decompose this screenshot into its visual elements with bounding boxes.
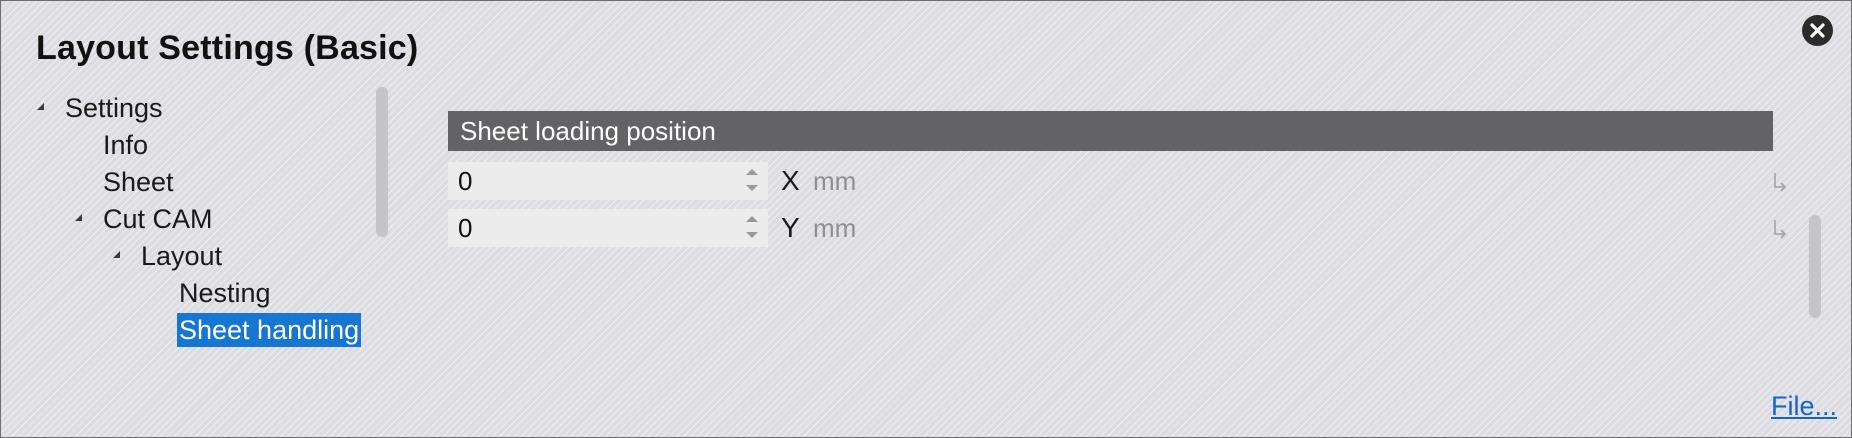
- x-unit-label: mm: [813, 166, 857, 196]
- x-position-row: X mm: [448, 162, 908, 200]
- section-header: Sheet loading position: [448, 111, 1773, 151]
- tree-item-info[interactable]: Info: [31, 128, 371, 162]
- tree-item-label: Nesting: [179, 278, 271, 308]
- reset-arrow-icon[interactable]: [1771, 218, 1789, 240]
- tree-item-layout[interactable]: Layout: [31, 239, 371, 273]
- tree-item-sheet-handling[interactable]: Sheet handling: [31, 313, 371, 347]
- y-position-row: Y mm: [448, 209, 908, 247]
- x-axis-label: X: [781, 165, 800, 196]
- expanded-triangle-icon[interactable]: [37, 103, 44, 110]
- tree-item-label: Cut CAM: [103, 204, 213, 234]
- tree-item-label: Settings: [65, 93, 163, 123]
- expanded-triangle-icon[interactable]: [113, 251, 120, 258]
- tree-item-cut-cam[interactable]: Cut CAM: [31, 202, 371, 236]
- spinner-arrows-icon: [743, 164, 763, 198]
- tree-item-sheet[interactable]: Sheet: [31, 165, 371, 199]
- settings-tree: Settings Info Sheet Cut CAM Layout Nesti…: [31, 91, 371, 361]
- layout-settings-dialog: Layout Settings (Basic) Settings Info Sh…: [0, 0, 1852, 438]
- file-link[interactable]: File...: [1771, 391, 1837, 422]
- spinner-arrows-icon: [743, 211, 763, 245]
- x-position-input[interactable]: [448, 162, 768, 200]
- tree-item-label: Info: [103, 130, 149, 160]
- dialog-title: Layout Settings (Basic): [36, 29, 419, 67]
- y-axis-label: Y: [781, 212, 800, 243]
- panel-scrollbar[interactable]: [1809, 215, 1821, 318]
- spin-up-icon[interactable]: [746, 216, 758, 222]
- expanded-triangle-icon[interactable]: [75, 214, 82, 221]
- y-unit-label: mm: [813, 213, 857, 243]
- tree-item-label: Sheet: [103, 167, 174, 197]
- close-icon: [1810, 23, 1825, 38]
- spin-up-icon[interactable]: [746, 169, 758, 175]
- close-button[interactable]: [1802, 15, 1833, 46]
- y-position-input[interactable]: [448, 209, 768, 247]
- tree-item-nesting[interactable]: Nesting: [31, 276, 371, 310]
- tree-item-label: Sheet handling: [177, 313, 362, 347]
- tree-item-settings[interactable]: Settings: [31, 91, 371, 125]
- reset-arrow-icon[interactable]: [1771, 171, 1789, 193]
- spin-down-icon[interactable]: [746, 185, 758, 191]
- tree-item-label: Layout: [141, 241, 223, 271]
- tree-scrollbar[interactable]: [376, 87, 388, 237]
- spin-down-icon[interactable]: [746, 232, 758, 238]
